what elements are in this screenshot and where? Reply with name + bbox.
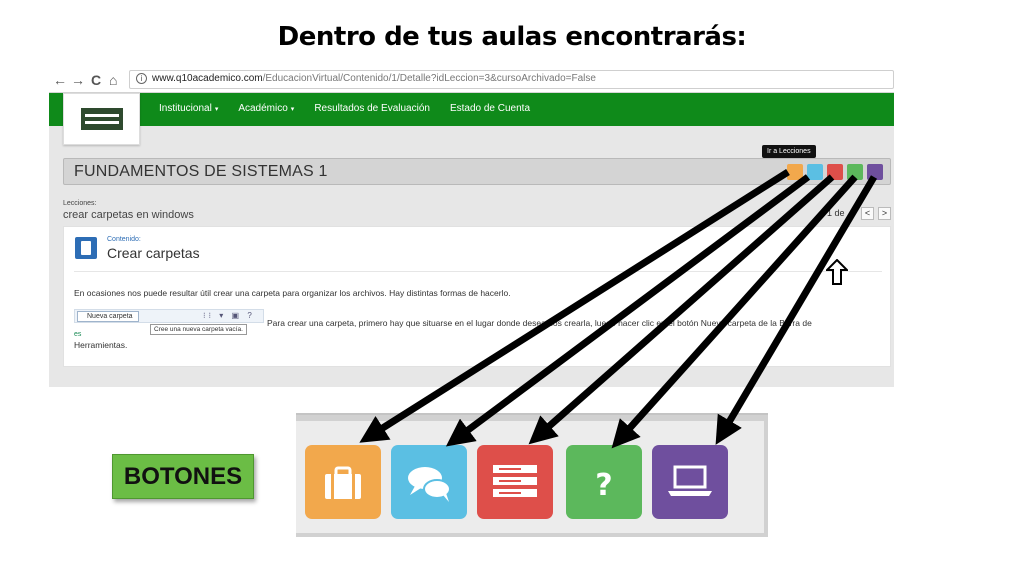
nueva-carpeta-button-image: Nueva carpeta <box>77 311 139 322</box>
nav-menu: Institucional ▾ Académico ▾ Resultados de … <box>159 103 530 114</box>
nav-item-academico[interactable]: Académico ▾ <box>238 103 294 114</box>
svg-text:?: ? <box>595 468 612 503</box>
chat-bubbles-icon <box>408 467 451 502</box>
nav-item-estado-cuenta[interactable]: Estado de Cuenta <box>450 103 530 114</box>
url-host: www.q10academico.com <box>152 73 263 84</box>
mini-foro-button[interactable] <box>807 164 823 180</box>
browser-screenshot: ← → C ⌂ i www.q10academico.com/Educacion… <box>49 67 894 387</box>
content-label: Contenido: <box>107 236 141 243</box>
back-arrow-icon[interactable]: ← <box>53 70 67 90</box>
mini-aula-virtual-button[interactable] <box>867 164 883 180</box>
caret-down-icon: ▾ <box>290 106 295 113</box>
question-icon: ? <box>595 468 612 503</box>
content-fragment: es <box>74 331 82 338</box>
home-icon[interactable]: ⌂ <box>109 70 117 90</box>
foro-button[interactable] <box>391 445 467 519</box>
caret-down-icon: ▾ <box>214 106 219 113</box>
content-paragraph: Para crear una carpeta, primero hay que … <box>267 318 812 328</box>
course-header: FUNDAMENTOS DE SISTEMAS 1 <box>63 158 891 185</box>
lessons-label: Lecciones: <box>63 200 97 207</box>
nav-item-label: Institucional <box>159 103 212 114</box>
url-path: /EducacionVirtual/Contenido/1/Detalle?id… <box>262 73 596 84</box>
explorer-tooltip-image: Cree una nueva carpeta vacía. <box>150 324 247 335</box>
pager-text: 1 de <box>827 208 845 218</box>
pager-prev-button[interactable]: < <box>861 207 874 220</box>
explorer-toolbar-image: Nueva carpeta ⁝⁝ ▾ ▣ ? <box>74 309 264 323</box>
briefcase-icon <box>325 466 361 499</box>
slide-title: Dentro de tus aulas encontrarás: <box>277 22 747 52</box>
laptop-icon <box>668 465 712 496</box>
logo-mark-icon <box>81 108 123 130</box>
list-icon <box>493 465 537 497</box>
site-logo[interactable] <box>63 93 140 145</box>
aula-virtual-button[interactable] <box>652 445 728 519</box>
browser-address-bar: ← → C ⌂ i www.q10academico.com/Educacion… <box>49 67 894 93</box>
info-icon: i <box>136 73 147 84</box>
content-paragraph: Herramientas. <box>74 340 128 350</box>
botones-label-text: BOTONES <box>123 463 243 490</box>
url-text: www.q10academico.com/EducacionVirtual/Co… <box>152 73 596 84</box>
forward-arrow-icon[interactable]: → <box>71 70 85 90</box>
content-paragraph: En ocasiones nos puede resultar útil cre… <box>74 288 511 298</box>
content-panel: Contenido: Crear carpetas En ocasiones n… <box>63 226 891 367</box>
content-title: Crear carpetas <box>107 245 200 261</box>
nav-item-label: Académico <box>238 103 288 114</box>
buttons-strip: ? <box>296 413 768 537</box>
book-icon <box>75 237 97 259</box>
divider <box>74 271 882 272</box>
lessons-select[interactable]: crear carpetas en windows <box>63 209 194 221</box>
course-title: FUNDAMENTOS DE SISTEMAS 1 <box>74 163 328 180</box>
lecciones-button[interactable] <box>305 445 381 519</box>
pager-next-button[interactable]: > <box>878 207 891 220</box>
reload-icon[interactable]: C <box>91 70 101 90</box>
botones-label: BOTONES <box>112 454 254 499</box>
contenidos-button[interactable] <box>477 445 553 519</box>
tooltip-ir-a-lecciones: Ir a Lecciones <box>762 145 816 158</box>
up-arrow-icon <box>826 259 848 285</box>
mini-lecciones-button[interactable] <box>787 164 803 180</box>
mini-contenidos-button[interactable] <box>827 164 843 180</box>
url-input[interactable]: i www.q10academico.com/EducacionVirtual/… <box>129 70 894 89</box>
nav-item-resultados[interactable]: Resultados de Evaluación <box>314 103 430 114</box>
nav-item-institucional[interactable]: Institucional ▾ <box>159 103 218 114</box>
toolbar-icons-image: ⁝⁝ ▾ ▣ ? <box>203 311 255 320</box>
evaluaciones-button[interactable]: ? <box>566 445 642 519</box>
mini-evaluaciones-button[interactable] <box>847 164 863 180</box>
